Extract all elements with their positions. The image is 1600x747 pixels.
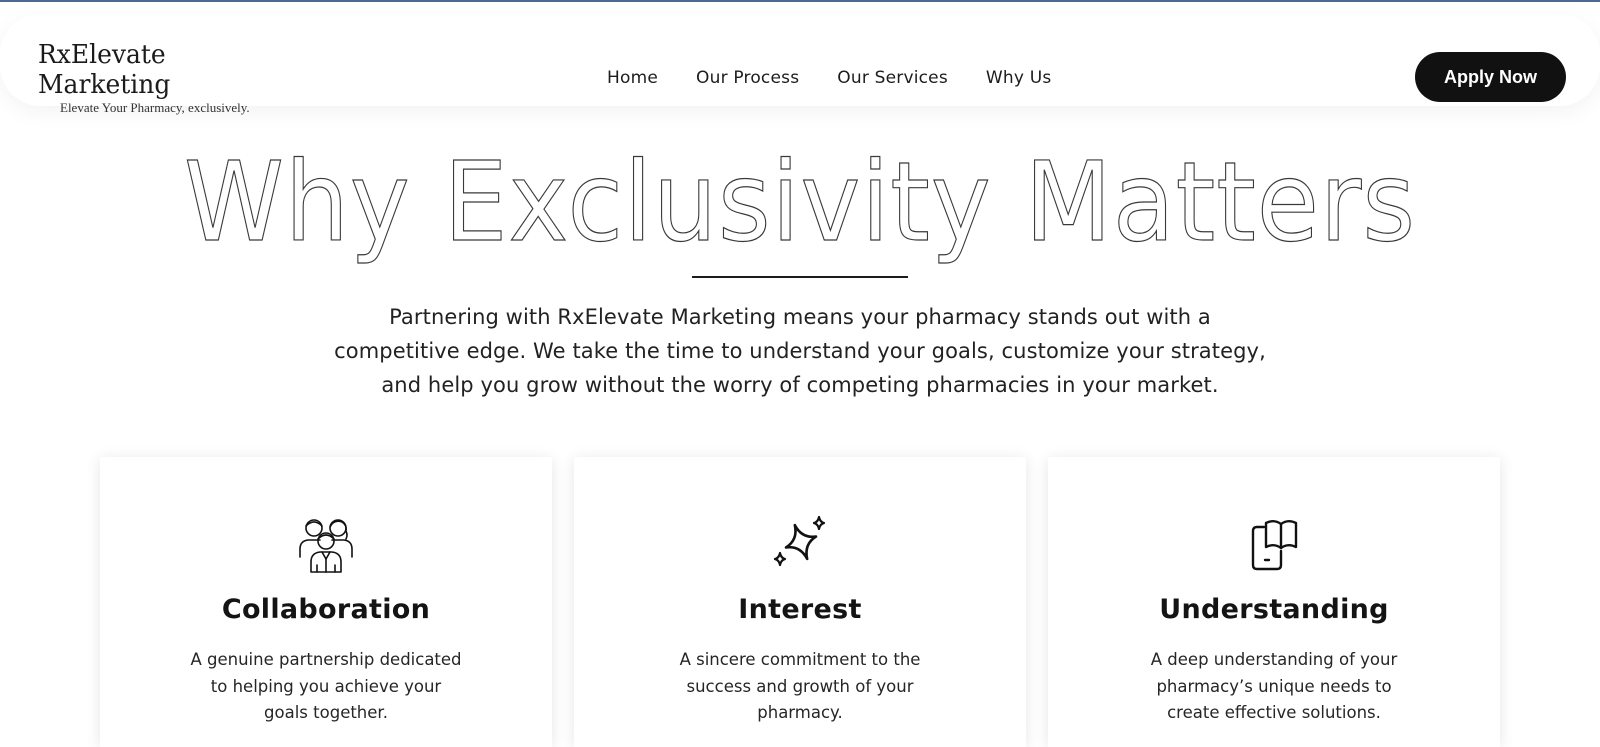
brand-name: RxElevate Marketing (38, 40, 171, 100)
top-border (0, 0, 1600, 2)
card-description: A sincere commitment to the success and … (679, 650, 921, 722)
mobile-book-icon (1244, 513, 1304, 573)
card-collaboration: Collaboration A genuine partnership dedi… (100, 457, 552, 747)
card-interest: Interest A sincere commitment to the suc… (574, 457, 1026, 747)
hero-title: Why Exclusivity Matters (0, 138, 1600, 278)
nav-item-our-process[interactable]: Our Process (696, 66, 799, 90)
hero-description: Partnering with RxElevate Marketing mean… (334, 305, 1266, 397)
brand-logo[interactable]: RxElevate Marketing Elevate Your Pharmac… (38, 40, 338, 116)
nav-item-home[interactable]: Home (607, 66, 658, 90)
card-description: A deep understanding of your pharmacy’s … (1150, 650, 1398, 722)
brand-tagline: Elevate Your Pharmacy, exclusively. (60, 100, 250, 115)
card-title: Interest (738, 594, 862, 625)
nav-item-why-us[interactable]: Why Us (986, 66, 1052, 90)
apply-now-button[interactable]: Apply Now (1415, 52, 1566, 102)
title-divider (692, 276, 908, 278)
hero-title-text: Why Exclusivity Matters (184, 138, 1416, 266)
team-icon (296, 513, 356, 573)
sparkle-icon (770, 513, 830, 573)
nav-item-our-services[interactable]: Our Services (837, 66, 948, 90)
site-header: RxElevate Marketing Elevate Your Pharmac… (0, 14, 1600, 115)
card-title: Understanding (1159, 594, 1389, 625)
card-title: Collaboration (221, 594, 431, 625)
main-nav: Home Our Process Our Services Why Us (607, 66, 1089, 90)
card-understanding: Understanding A deep understanding of yo… (1048, 457, 1500, 747)
card-description: A genuine partnership dedicated to helpi… (190, 650, 462, 722)
